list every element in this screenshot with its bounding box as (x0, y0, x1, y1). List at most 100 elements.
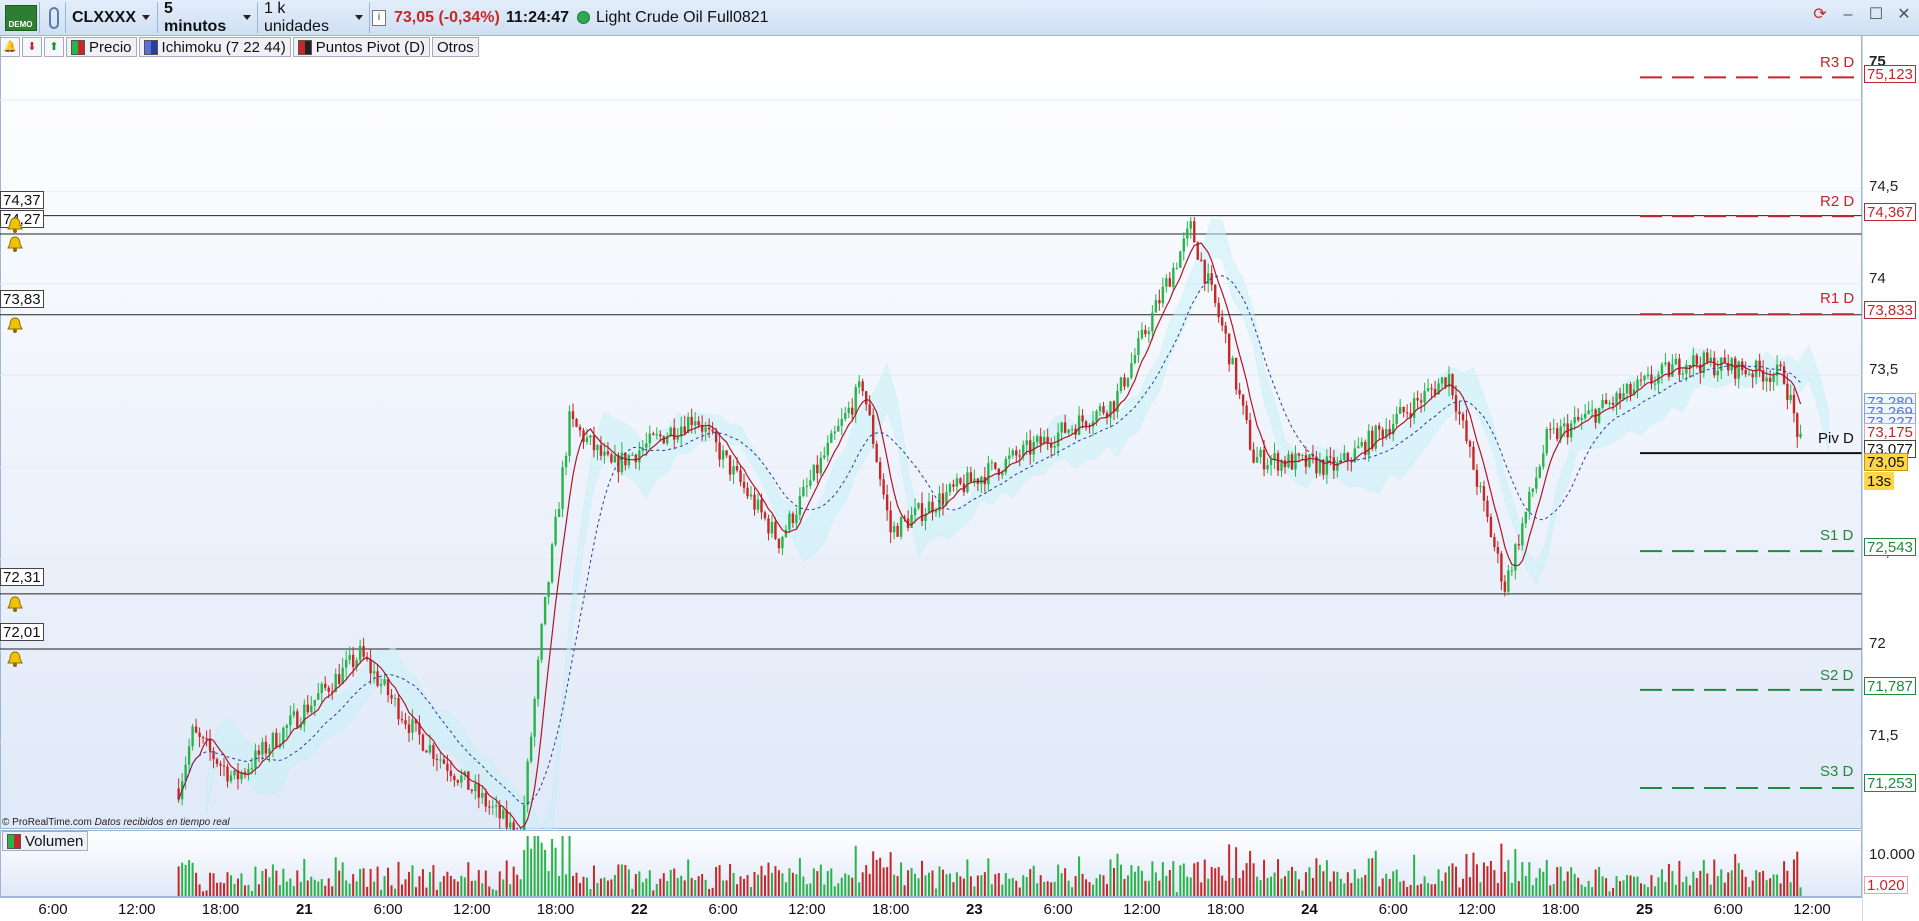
candle-body (404, 720, 407, 725)
candle-body (1203, 259, 1206, 284)
time-axis: 6:00 12:00 18:00 21 6:00 12:00 18:00 22 6:00 12:0… (0, 897, 1862, 921)
volume-bar (955, 872, 958, 896)
volume-bar (1067, 880, 1070, 896)
sell-arrow-icon[interactable]: ⬇ (22, 37, 42, 57)
candle-body (1681, 373, 1685, 375)
volume-bar (1455, 866, 1458, 896)
sync-icon[interactable]: ⟳ (1811, 6, 1829, 24)
minimize-icon[interactable]: – (1839, 6, 1857, 24)
maximize-icon[interactable]: ☐ (1867, 6, 1885, 24)
alarm-label[interactable]: 74,37 (0, 191, 44, 209)
volume-indicator-button[interactable]: Volumen (2, 831, 89, 851)
volume-bar (1015, 880, 1018, 896)
candle-body (1744, 370, 1747, 375)
volume-bar (216, 882, 219, 896)
candle-body (732, 466, 735, 475)
bell-icon[interactable] (6, 650, 24, 668)
candle-body (707, 427, 711, 430)
volume-bar (987, 858, 990, 896)
bell-icon[interactable] (6, 595, 24, 613)
volume-bar (1482, 862, 1485, 896)
candle-body (980, 477, 983, 484)
alarm-label[interactable]: 73,83 (0, 290, 44, 308)
candle-body (1036, 436, 1039, 443)
candle-body (561, 467, 564, 509)
volume-bar (1308, 867, 1311, 896)
volume-bar (886, 867, 889, 896)
y-tick: 74,5 (1869, 178, 1899, 195)
volume-bar (1112, 867, 1115, 896)
indicator-ichimoku-button[interactable]: Ichimoku (7 22 44) (138, 37, 291, 57)
volume-bar (1235, 847, 1238, 896)
price-chart[interactable] (0, 36, 1919, 921)
candle-body (1213, 284, 1217, 303)
volume-bar (303, 858, 306, 896)
close-icon[interactable]: ✕ (1895, 6, 1913, 24)
volume-bar (1242, 870, 1245, 896)
pivot-s3-label: S3 D (1820, 763, 1854, 780)
volume-bar (599, 878, 602, 896)
candle-body (1276, 453, 1280, 471)
pivot-r1-label: R1 D (1820, 290, 1855, 307)
candle-body (1200, 259, 1203, 261)
volume-bar (1573, 873, 1576, 896)
candle-body (704, 427, 707, 432)
indicator-pivot-button[interactable]: Puntos Pivot (D) (292, 37, 430, 57)
volume-bar (729, 863, 732, 896)
candle-body (362, 645, 365, 657)
volume-bar (631, 888, 634, 896)
candle-body (536, 659, 540, 700)
candle-body (1405, 412, 1409, 414)
volume-bar (1133, 871, 1136, 896)
candle-body (1015, 450, 1018, 456)
volume-bar (875, 859, 878, 896)
candle-body (1084, 421, 1088, 427)
symbol-selector[interactable]: CLXXXX (66, 2, 158, 33)
volume-bar (1388, 878, 1391, 896)
volume-bar (945, 874, 948, 896)
volume-chart (177, 836, 1802, 896)
units-selector[interactable]: 1 k unidades (258, 0, 370, 35)
volume-bar (1535, 877, 1538, 896)
candle-body (557, 508, 561, 518)
other-indicators-button[interactable]: Otros (431, 37, 479, 57)
bell-icon[interactable] (6, 235, 24, 253)
volume-bar (1765, 880, 1768, 896)
candle-body (1008, 455, 1011, 459)
candle-body (1220, 317, 1224, 326)
candle-body (1461, 414, 1465, 421)
volume-bar (861, 872, 864, 896)
volume-bar (1646, 887, 1649, 896)
candle-body (529, 736, 533, 762)
candle-body (432, 745, 435, 759)
candle-body (201, 737, 205, 739)
bell-icon[interactable] (6, 216, 24, 234)
candle-body (268, 748, 271, 754)
buy-arrow-icon[interactable]: ⬆ (44, 37, 64, 57)
alarm-icon[interactable]: 🔔 (0, 37, 20, 57)
volume-bar (931, 870, 934, 896)
candle-body (208, 739, 212, 751)
alarm-label[interactable]: 72,01 (0, 623, 44, 641)
link-icon[interactable] (42, 2, 66, 33)
volume-bar (921, 860, 924, 896)
candle-body (575, 419, 578, 427)
volume-bar (1577, 877, 1580, 896)
indicator-price-button[interactable]: Precio (66, 37, 137, 57)
volume-bar (1228, 844, 1231, 896)
info-icon[interactable]: i (372, 9, 386, 26)
volume-bar (854, 845, 857, 896)
data-source-note: © ProRealTime.com Datos recibidos en tie… (2, 817, 230, 828)
timeframe-selector[interactable]: 5 minutos (158, 0, 258, 35)
volume-bar (847, 874, 850, 896)
candle-body (1130, 363, 1133, 378)
candle-body (292, 711, 296, 716)
volume-bar (233, 883, 236, 896)
volume-bar (1350, 882, 1353, 896)
window-controls: ⟳ – ☐ ✕ (1811, 6, 1913, 24)
candle-body (1479, 486, 1482, 488)
bell-icon[interactable] (6, 316, 24, 334)
alarm-label[interactable]: 72,31 (0, 568, 44, 586)
volume-bar (900, 862, 903, 896)
volume-bar (435, 889, 438, 896)
